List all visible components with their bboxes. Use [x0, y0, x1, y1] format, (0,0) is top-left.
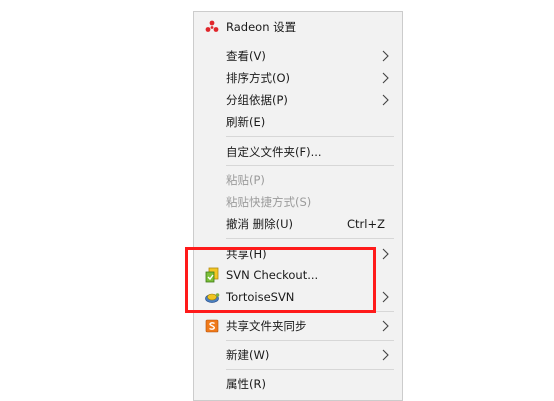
chevron-right-icon [382, 248, 389, 260]
menu-item-label: 共享(H) [226, 247, 267, 261]
menu-item-customize-folder[interactable]: 自定义文件夹(F)... [194, 141, 402, 163]
menu-separator [226, 238, 394, 239]
menu-item-share[interactable]: 共享(H) [194, 243, 402, 265]
menu-separator [226, 340, 394, 341]
menu-item-paste: 粘贴(P) [194, 169, 402, 191]
menu-item-label: 自定义文件夹(F)... [226, 145, 322, 159]
menu-item-label: Radeon 设置 [226, 20, 297, 34]
menu-item-label: 粘贴(P) [226, 173, 265, 187]
chevron-right-icon [382, 50, 389, 62]
menu-item-group[interactable]: 分组依据(P) [194, 89, 402, 111]
menu-separator [226, 136, 394, 137]
menu-separator [226, 165, 394, 166]
menu-item-label: TortoiseSVN [226, 290, 295, 304]
chevron-right-icon [382, 72, 389, 84]
menu-item-label: 查看(V) [226, 49, 266, 63]
menu-item-refresh[interactable]: 刷新(E) [194, 111, 402, 133]
menu-item-paste-shortcut: 粘贴快捷方式(S) [194, 191, 402, 213]
menu-item-label: 粘贴快捷方式(S) [226, 195, 312, 209]
menu-item-label: 撤消 删除(U) [226, 217, 294, 231]
tortoisesvn-icon [205, 293, 220, 303]
menu-item-label: 分组依据(P) [226, 93, 288, 107]
menu-separator [226, 369, 394, 370]
menu-item-label: 排序方式(O) [226, 71, 291, 85]
menu-item-label: 共享文件夹同步 [226, 319, 307, 333]
menu-item-svn-checkout[interactable]: SVN Checkout... [194, 264, 402, 286]
menu-item-undo-delete[interactable]: 撤消 删除(U) Ctrl+Z [194, 213, 402, 235]
radeon-logo-icon [205, 20, 219, 32]
menu-item-label: 新建(W) [226, 348, 270, 362]
svn-checkout-icon [205, 267, 219, 283]
chevron-right-icon [382, 320, 389, 332]
context-menu: Radeon 设置 查看(V) 排序方式(O) 分组依据(P) 刷新(E) 自定… [193, 11, 403, 401]
menu-item-radeon[interactable]: Radeon 设置 [194, 16, 402, 38]
menu-item-label: SVN Checkout... [226, 268, 319, 282]
menu-separator [226, 311, 394, 312]
menu-item-label: 属性(R) [226, 377, 266, 391]
menu-item-label: 刷新(E) [226, 115, 266, 129]
menu-item-share-folder-sync[interactable]: 共享文件夹同步 [194, 315, 402, 337]
menu-item-sort[interactable]: 排序方式(O) [194, 67, 402, 89]
chevron-right-icon [382, 291, 389, 303]
menu-item-new[interactable]: 新建(W) [194, 344, 402, 366]
menu-item-properties[interactable]: 属性(R) [194, 373, 402, 395]
chevron-right-icon [382, 349, 389, 361]
chevron-right-icon [382, 94, 389, 106]
menu-item-view[interactable]: 查看(V) [194, 45, 402, 67]
share-sync-icon [205, 319, 219, 333]
shortcut-text: Ctrl+Z [347, 217, 385, 231]
menu-item-tortoisesvn[interactable]: TortoiseSVN [194, 286, 402, 308]
